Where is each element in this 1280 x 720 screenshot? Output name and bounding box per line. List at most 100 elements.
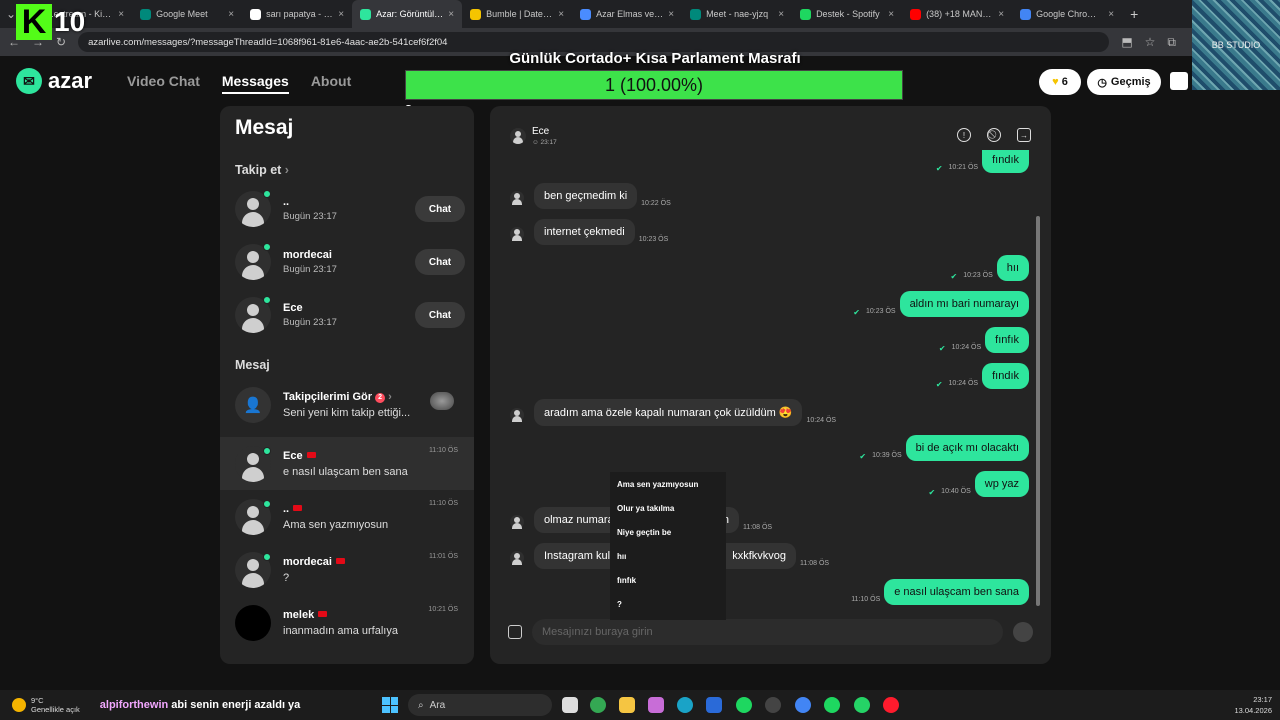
message-bubble: fındık (982, 150, 1029, 173)
address-bar[interactable]: azarlive.com/messages/?messageThreadId=1… (78, 32, 1110, 52)
nav-about[interactable]: About (311, 73, 351, 94)
nav-video-chat[interactable]: Video Chat (127, 73, 200, 94)
weather-widget[interactable]: 9°C Genellikle açık (12, 696, 80, 714)
store-icon[interactable] (1170, 72, 1188, 90)
browser-tab[interactable]: Bumble | Date, Chat × (462, 0, 572, 28)
messages-sidebar: Mesaj Takip et › .. Bugün 23:17 Chat mord… (220, 106, 474, 664)
conversation-name: melek (283, 608, 315, 621)
chat-peer[interactable]: Ece ☺ 23:17 (510, 126, 557, 146)
tab-close-icon[interactable]: × (998, 9, 1004, 20)
browser-tab[interactable]: sarı papatya - Google × (242, 0, 352, 28)
suggestion-item[interactable]: fınfık (617, 576, 719, 600)
chat-button[interactable]: Chat (415, 249, 465, 275)
azar-logo[interactable]: ✉ azar (16, 68, 92, 94)
message-time: 10:24 ÖS (948, 380, 979, 387)
opera-icon[interactable] (883, 697, 899, 713)
task-view-icon[interactable] (562, 697, 578, 713)
file-explorer-icon[interactable] (619, 697, 635, 713)
tab-close-icon[interactable]: × (888, 9, 894, 20)
gems-button[interactable]: ♥ 6 (1039, 69, 1081, 95)
copilot-icon[interactable] (648, 697, 664, 713)
browser-tab[interactable]: Destek - Spotify × (792, 0, 902, 28)
read-check-icon: ✔ (928, 488, 936, 497)
main-nav: Video Chat Messages About (127, 73, 351, 94)
history-button[interactable]: ◷ Geçmiş (1087, 69, 1161, 95)
suggestion-item[interactable]: hıı (617, 552, 719, 576)
tab-close-icon[interactable]: × (558, 9, 564, 20)
whatsapp-icon[interactable] (854, 697, 870, 713)
search-icon: ⌕ (418, 699, 424, 711)
turkey-flag-icon (335, 557, 345, 564)
conversation-item[interactable]: .. Ama sen yazmıyosun 11:10 ÖS (220, 490, 474, 543)
windows-start-icon[interactable] (382, 697, 398, 713)
follow-section-header[interactable]: Takip et › (235, 163, 289, 177)
tab-close-icon[interactable]: × (448, 9, 454, 20)
bookmark-star-icon[interactable]: ☆ (1145, 35, 1156, 49)
chat-panel: Ece ☺ 23:17 ! ⃠ → ✔10:21 ÖSfındık ben ge… (490, 106, 1051, 664)
install-icon[interactable]: ⬒ (1121, 35, 1132, 49)
browser-tab[interactable]: (38) +18 MANİFEST × (902, 0, 1012, 28)
browser-tab[interactable]: Azar: Görüntülü Sohbet × (352, 0, 463, 28)
obs-icon[interactable] (765, 697, 781, 713)
suggestion-item[interactable]: Ama sen yazmıyosun (617, 480, 719, 504)
block-icon[interactable]: ⃠ (987, 128, 1001, 142)
browser-tab[interactable]: Google Meet × (132, 0, 242, 28)
spotify-icon-2[interactable] (824, 697, 840, 713)
conversation-item[interactable]: melek inanmadın ama urfalıya 10:21 ÖS (220, 596, 474, 649)
tab-close-icon[interactable]: × (1108, 9, 1114, 20)
browser-tab[interactable]: Meet - nae-yjzq × (682, 0, 792, 28)
suggestion-item[interactable]: Olur ya takılma (617, 504, 719, 528)
clock-time: 23:17 (1253, 695, 1272, 704)
new-tab-icon[interactable]: + (1122, 6, 1146, 22)
follow-item[interactable]: Ece Bugün 23:17 Chat (235, 290, 465, 340)
image-attach-icon[interactable] (508, 625, 522, 639)
follow-item[interactable]: .. Bugün 23:17 Chat (235, 184, 465, 234)
nav-messages[interactable]: Messages (221, 73, 289, 94)
chrome-icon[interactable] (590, 697, 606, 713)
edge-icon[interactable] (677, 697, 693, 713)
azar-logo-word: azar (48, 68, 93, 93)
follow-item[interactable]: mordecai Bugün 23:17 Chat (235, 237, 465, 287)
message-out: ✔ 10:21 ÖS fındık (936, 150, 1029, 173)
chat-button[interactable]: Chat (415, 302, 465, 328)
report-shield-icon[interactable]: ! (957, 128, 971, 142)
turkey-flag-icon (318, 610, 328, 617)
taskbar-search-label: Ara (429, 699, 446, 711)
browser-tab[interactable]: Google Chrome Web × (1012, 0, 1122, 28)
peer-time: ☺ 23:17 (532, 139, 557, 146)
followers-item[interactable]: 👤 Takipçilerimi Gör 2 › Seni yeni kim tak… (220, 378, 474, 431)
ticker-user: alpiforthewin (99, 699, 169, 711)
message-time: 11:08 ÖS (800, 560, 830, 567)
chat-scrollbar[interactable] (1036, 216, 1040, 606)
system-clock[interactable]: 23:17 13.04.2026 (1234, 694, 1272, 716)
gems-count: 6 (1061, 76, 1068, 88)
message-input[interactable]: Mesajınızı buraya girin (532, 619, 1003, 645)
blurred-avatars (430, 392, 454, 410)
tab-title: Bumble | Date, Chat (486, 9, 553, 19)
tab-close-icon[interactable]: × (668, 9, 674, 20)
chrome-active-icon[interactable] (795, 697, 811, 713)
browser-tab[interactable]: Azar Elmas ve Süre × (572, 0, 682, 28)
tab-close-icon[interactable]: × (118, 9, 124, 20)
message-bubble: fınfık (985, 327, 1029, 353)
store-app-icon[interactable] (706, 697, 722, 713)
send-icon[interactable] (1013, 622, 1033, 642)
tab-favicon-icon (800, 8, 812, 20)
tab-close-icon[interactable]: × (228, 9, 234, 20)
spotify-icon[interactable] (736, 697, 752, 713)
conversation-preview: ? (283, 571, 290, 584)
taskbar-search[interactable]: ⌕ Ara (408, 694, 552, 716)
suggestion-item[interactable]: Niye geçtin be (617, 528, 719, 552)
conversation-item[interactable]: Ece e nasıl ulaşcam ben sana 11:10 ÖS (220, 437, 474, 490)
tab-close-icon[interactable]: × (778, 9, 784, 20)
follow-time: Bugün 23:17 (283, 317, 337, 328)
message-bubble: internet çekmedi (534, 219, 635, 245)
read-check-icon: ✔ (935, 380, 943, 389)
tab-close-icon[interactable]: × (338, 9, 344, 20)
message-time: 10:23 ÖS (638, 236, 669, 243)
extensions-icon[interactable]: ⧉ (1167, 35, 1176, 50)
suggestion-item[interactable]: ? (617, 600, 719, 624)
conversation-item[interactable]: mordecai? 11:01 ÖS (220, 543, 474, 596)
leave-chat-icon[interactable]: → (1017, 128, 1031, 142)
chat-button[interactable]: Chat (415, 196, 465, 222)
